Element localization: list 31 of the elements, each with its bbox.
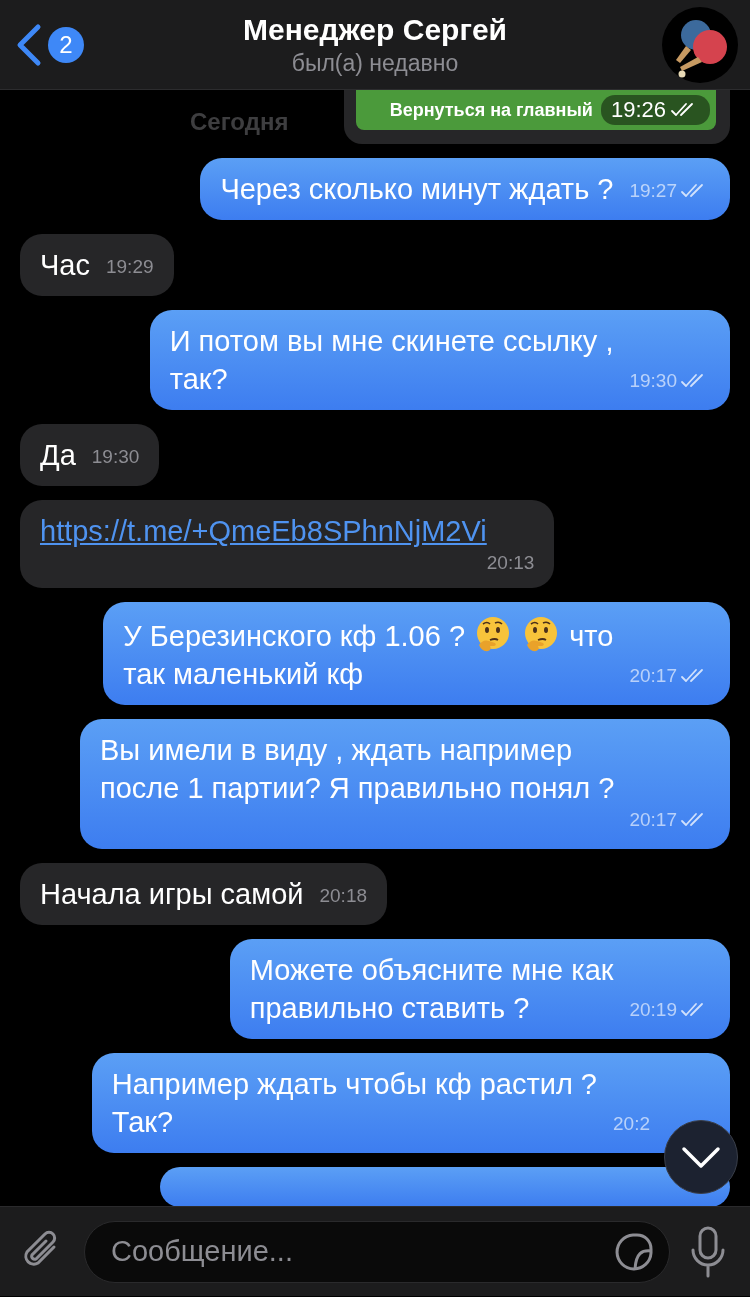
ping-pong-paddles-icon[interactable]: [662, 6, 738, 83]
unread-badge: 2: [48, 26, 84, 63]
message-text: У Березинского кф 1.06 ?: [123, 620, 466, 652]
message-time: 20:2: [613, 1112, 650, 1136]
message-time: 20:17: [629, 808, 677, 832]
message-text: И потом вы мне скинете ссылку , так?: [169, 324, 614, 397]
date-label: Сегодня: [190, 108, 289, 136]
message-text: Например ждать чтобы кф растил ? Так?: [111, 1067, 597, 1140]
message-text: Начала игры самой: [40, 877, 304, 912]
message-time: 19:27: [629, 179, 677, 203]
message-time: 19:30: [629, 369, 677, 393]
message-field[interactable]: Сообщение...: [84, 1220, 670, 1283]
message-time: 20:18: [319, 884, 368, 908]
message-time: 19:29: [105, 255, 154, 279]
chevron-down-icon: [681, 1145, 721, 1169]
message-text: что: [569, 620, 614, 652]
message-text: Час: [40, 248, 90, 283]
chat-title: Менеджер Сергей: [242, 11, 507, 48]
message-text: Можете объясните мне как правильно ставить ?: [249, 953, 614, 1026]
message-text: Да: [40, 438, 76, 473]
message-text: так маленький кф: [123, 658, 364, 690]
message-time: 20:19: [629, 998, 677, 1022]
message-time: 19:30: [91, 445, 140, 469]
message-time: 20:17: [629, 664, 677, 688]
message-time: 19:26: [610, 97, 666, 123]
chat-status: был(а) недавно: [291, 48, 459, 78]
inline-button[interactable]: Вернуться на главный: [389, 99, 593, 121]
message-link[interactable]: https://t.me/+QmeEb8SPhnNjM2Vi: [40, 512, 487, 550]
message-text: Вы имели в виду , ждать например после 1 партии? Я правильно понял ?: [100, 733, 615, 806]
message-text: Через сколько минут ждать ?: [220, 172, 614, 207]
message-time: 20:13: [486, 551, 535, 575]
